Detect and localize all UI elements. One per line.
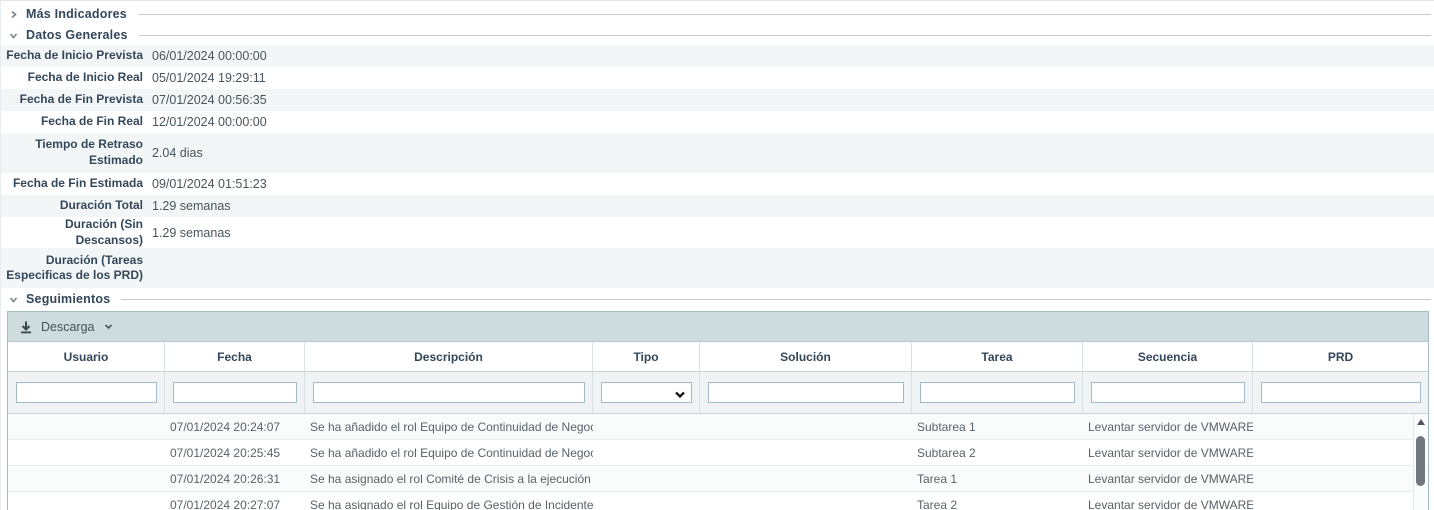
cell-secuencia: Levantar servidor de VMWARE en (1083, 498, 1253, 510)
filter-input-solucion[interactable] (708, 382, 904, 403)
filter-cell (8, 372, 165, 413)
datos-generales-fields: Fecha de Inicio Prevista 06/01/2024 00:0… (1, 45, 1434, 288)
cell-tarea: Tarea 1 (912, 472, 1083, 486)
chevron-right-icon (9, 9, 19, 19)
field-label: Fecha de Fin Estimada (1, 176, 147, 192)
cell-fecha: 07/01/2024 20:25:45 (165, 446, 305, 460)
chevron-down-icon (9, 294, 19, 304)
download-icon (19, 320, 33, 334)
field-row: Fecha de Inicio Prevista 06/01/2024 00:0… (1, 45, 1434, 67)
field-value: 2.04 dias (147, 146, 203, 160)
filter-cell (305, 372, 593, 413)
filter-input-prd[interactable] (1261, 382, 1421, 403)
filter-cell (1253, 372, 1428, 413)
table-row[interactable]: 07/01/2024 20:26:31 Se ha asignado el ro… (8, 466, 1428, 492)
column-header-solucion[interactable]: Solución (700, 342, 912, 371)
grid-toolbar: Descarga (8, 312, 1428, 342)
filter-cell (1083, 372, 1253, 413)
field-row: Fecha de Fin Estimada 09/01/2024 01:51:2… (1, 173, 1434, 195)
cell-descripcion: Se ha asignado el rol Comité de Crisis a… (305, 472, 593, 486)
cell-fecha: 07/01/2024 20:24:07 (165, 420, 305, 434)
field-label: Fecha de Fin Prevista (1, 92, 147, 108)
chevron-down-icon (674, 387, 686, 405)
field-row: Duración (Tareas Especificas de los PRD) (1, 248, 1434, 288)
field-row: Fecha de Fin Prevista 07/01/2024 00:56:3… (1, 89, 1434, 111)
section-header-seguimientos[interactable]: Seguimientos (1, 289, 1434, 309)
section-title: Seguimientos (26, 292, 110, 306)
field-row: Tiempo de Retraso Estimado 2.04 dias (1, 133, 1434, 173)
table-row[interactable]: 07/01/2024 20:25:45 Se ha añadido el rol… (8, 440, 1428, 466)
filter-input-usuario[interactable] (16, 382, 157, 403)
field-label: Tiempo de Retraso Estimado (1, 137, 147, 168)
field-value: 1.29 semanas (147, 199, 231, 213)
field-value: 1.29 semanas (147, 226, 231, 240)
chevron-down-icon (9, 30, 19, 40)
section-header-mas-indicadores[interactable]: Más Indicadores (1, 4, 1434, 24)
filter-cell (700, 372, 912, 413)
grid-body: 07/01/2024 20:24:07 Se ha añadido el rol… (8, 414, 1428, 510)
field-label: Fecha de Inicio Real (1, 70, 147, 86)
filter-cell (593, 372, 700, 413)
section-header-datos-generales[interactable]: Datos Generales (1, 25, 1434, 45)
field-row: Duración (Sin Descansos) 1.29 semanas (1, 217, 1434, 248)
section-title: Datos Generales (26, 28, 128, 42)
column-header-descripcion[interactable]: Descripción (305, 342, 593, 371)
cell-secuencia: Levantar servidor de VMWARE en (1083, 472, 1253, 486)
column-header-fecha[interactable]: Fecha (165, 342, 305, 371)
filter-cell (912, 372, 1083, 413)
field-value: 12/01/2024 00:00:00 (147, 115, 267, 129)
grid-filter-row (8, 372, 1428, 414)
field-row: Duración Total 1.29 semanas (1, 195, 1434, 217)
cell-descripcion: Se ha añadido el rol Equipo de Continuid… (305, 446, 593, 460)
field-row: Fecha de Inicio Real 05/01/2024 19:29:11 (1, 67, 1434, 89)
field-value: 07/01/2024 00:56:35 (147, 93, 267, 107)
cell-tarea: Subtarea 1 (912, 420, 1083, 434)
filter-input-descripcion[interactable] (313, 382, 585, 403)
cell-descripcion: Se ha añadido el rol Equipo de Continuid… (305, 420, 593, 434)
cell-secuencia: Levantar servidor de VMWARE en (1083, 446, 1253, 460)
chevron-down-icon (104, 323, 113, 330)
legend-rule (121, 299, 1431, 300)
table-row[interactable]: 07/01/2024 20:24:07 Se ha añadido el rol… (8, 414, 1428, 440)
vertical-scrollbar[interactable] (1413, 414, 1427, 510)
cell-fecha: 07/01/2024 20:26:31 (165, 472, 305, 486)
grid-header-row: Usuario Fecha Descripción Tipo Solución … (8, 342, 1428, 372)
filter-select-value (602, 385, 606, 399)
field-label: Duración Total (1, 198, 147, 214)
column-header-tarea[interactable]: Tarea (912, 342, 1083, 371)
table-row[interactable]: 07/01/2024 20:27:07 Se ha asignado el ro… (8, 492, 1428, 510)
cell-secuencia: Levantar servidor de VMWARE en (1083, 420, 1253, 434)
scroll-up-icon[interactable] (1414, 414, 1428, 430)
filter-input-fecha[interactable] (173, 382, 297, 403)
cell-tarea: Subtarea 2 (912, 446, 1083, 460)
detail-panel: Más Indicadores Datos Generales Fecha de… (0, 0, 1434, 510)
field-label: Duración (Tareas Especificas de los PRD) (1, 253, 147, 284)
field-label: Duración (Sin Descansos) (1, 217, 147, 248)
download-label: Descarga (41, 320, 95, 334)
column-header-tipo[interactable]: Tipo (593, 342, 700, 371)
filter-cell (165, 372, 305, 413)
filter-input-tarea[interactable] (920, 382, 1075, 403)
cell-descripcion: Se ha asignado el rol Equipo de Gestión … (305, 498, 593, 510)
field-value: 09/01/2024 01:51:23 (147, 177, 267, 191)
filter-select-tipo[interactable] (601, 382, 692, 403)
field-value: 05/01/2024 19:29:11 (147, 71, 266, 85)
field-label: Fecha de Fin Real (1, 114, 147, 130)
legend-rule (139, 35, 1431, 36)
filter-input-secuencia[interactable] (1091, 382, 1245, 403)
download-button[interactable]: Descarga (19, 320, 113, 334)
cell-tarea: Tarea 2 (912, 498, 1083, 510)
field-label: Fecha de Inicio Prevista (1, 48, 147, 64)
legend-rule (138, 14, 1431, 15)
section-title: Más Indicadores (26, 7, 127, 21)
column-header-usuario[interactable]: Usuario (8, 342, 165, 371)
column-header-prd[interactable]: PRD (1253, 342, 1428, 371)
column-header-secuencia[interactable]: Secuencia (1083, 342, 1253, 371)
field-value: 06/01/2024 00:00:00 (147, 49, 267, 63)
field-row: Fecha de Fin Real 12/01/2024 00:00:00 (1, 111, 1434, 133)
scrollbar-thumb[interactable] (1416, 436, 1425, 486)
cell-fecha: 07/01/2024 20:27:07 (165, 498, 305, 510)
seguimientos-grid: Descarga Usuario Fecha Descripción Tipo … (7, 311, 1429, 510)
